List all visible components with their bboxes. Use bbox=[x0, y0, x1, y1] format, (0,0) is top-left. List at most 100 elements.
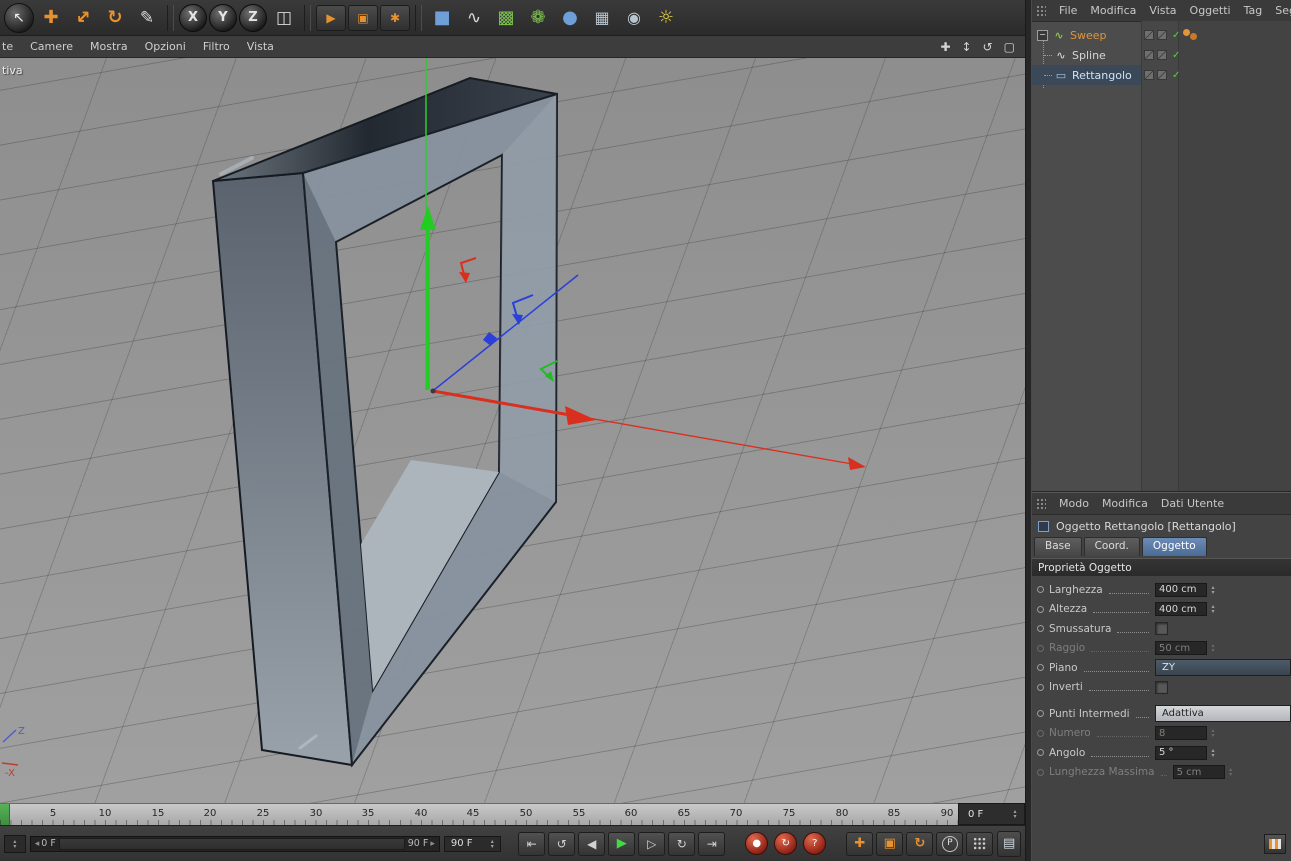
goto-next-key-button[interactable]: ↻ bbox=[668, 831, 696, 856]
viewport-menu-vista[interactable]: Vista bbox=[247, 40, 274, 53]
object-tag-icon[interactable] bbox=[1183, 29, 1199, 41]
panel-grip-icon[interactable] bbox=[1036, 497, 1046, 510]
current-frame-marker[interactable] bbox=[0, 804, 10, 825]
checkbox[interactable] bbox=[1155, 622, 1168, 636]
object-row-sweep[interactable]: − ∿ Sweep ✓ bbox=[1032, 25, 1291, 45]
value-field[interactable]: 400 cm bbox=[1155, 602, 1207, 617]
end-frame-stepper[interactable]: ▴ ▾ bbox=[487, 838, 497, 849]
om-menu-oggetti[interactable]: Oggetti bbox=[1190, 4, 1231, 17]
value-field[interactable]: 5 ° bbox=[1155, 745, 1207, 760]
collapse-expander-icon[interactable]: − bbox=[1037, 29, 1048, 41]
rotate-tool[interactable]: ↻ bbox=[100, 3, 130, 33]
object-row-rettangolo[interactable]: − ▭ Rettangolo ✓ bbox=[1032, 65, 1291, 85]
viewport-menu-filtro[interactable]: Filtro bbox=[203, 40, 230, 53]
add-light-button[interactable]: ☼ bbox=[651, 3, 681, 33]
frame-stepper[interactable]: ▴ ▾ bbox=[1010, 809, 1020, 820]
goto-end-button[interactable]: ⇥ bbox=[698, 831, 726, 856]
editor-visibility-toggle[interactable] bbox=[1144, 70, 1154, 80]
record-keyframe-button[interactable]: ● bbox=[745, 832, 769, 855]
rotate-view-button[interactable]: ↺ bbox=[983, 40, 993, 54]
am-menu-modifica[interactable]: Modifica bbox=[1102, 497, 1148, 510]
play-button[interactable]: ▶ bbox=[608, 831, 636, 856]
animation-dot-icon[interactable] bbox=[1037, 605, 1044, 613]
viewport-menu-mostra[interactable]: Mostra bbox=[90, 40, 128, 53]
object-name-cell[interactable]: − ▭ Rettangolo bbox=[1032, 65, 1141, 85]
tab-coord[interactable]: Coord. bbox=[1083, 537, 1140, 556]
lock-z-button[interactable]: Z bbox=[239, 3, 267, 32]
record-rotation-toggle[interactable]: ↻ bbox=[906, 831, 934, 856]
value-stepper[interactable]: ▴ ▾ bbox=[1226, 767, 1236, 778]
tab-oggetto[interactable]: Oggetto bbox=[1141, 537, 1207, 556]
editor-visibility-toggle[interactable] bbox=[1144, 50, 1154, 60]
lock-y-button[interactable]: Y bbox=[209, 3, 237, 32]
sweep-object[interactable] bbox=[211, 76, 559, 768]
value-stepper[interactable]: ▴ ▾ bbox=[1208, 643, 1218, 654]
range-right-grip-icon[interactable]: ▸ bbox=[428, 839, 437, 849]
goto-prev-frame-button[interactable]: ◀ bbox=[578, 831, 606, 856]
timeline-layout-button[interactable]: ▤ bbox=[997, 830, 1022, 857]
panel-grip-icon[interactable] bbox=[1036, 4, 1046, 17]
add-modifier-button[interactable]: ● bbox=[555, 3, 585, 33]
animation-dot-icon[interactable] bbox=[1037, 729, 1044, 737]
add-floor-button[interactable]: ▦ bbox=[587, 3, 617, 33]
timeline-scroll-stepper[interactable]: ▴ ▾ bbox=[4, 834, 26, 853]
animation-dot-icon[interactable] bbox=[1037, 644, 1044, 652]
range-bar[interactable] bbox=[58, 837, 405, 850]
render-picture-viewer-button[interactable]: ▣ bbox=[348, 4, 378, 31]
scale-tool[interactable]: ↕ bbox=[68, 3, 98, 33]
viewport-menu-item-cut[interactable]: te bbox=[2, 40, 13, 53]
value-field[interactable]: 5 cm bbox=[1172, 765, 1225, 780]
enabled-check-icon[interactable]: ✓ bbox=[1172, 70, 1180, 81]
add-primitive-button[interactable]: ■ bbox=[427, 3, 457, 33]
animation-dot-icon[interactable] bbox=[1037, 664, 1044, 672]
pan-view-button[interactable]: ✚ bbox=[940, 40, 950, 54]
om-menu-modifica[interactable]: Modifica bbox=[1090, 4, 1136, 17]
dock-icon[interactable] bbox=[1264, 834, 1286, 854]
om-menu-segnalibri[interactable]: Seg bbox=[1275, 4, 1291, 17]
zoom-view-button[interactable]: ↕ bbox=[962, 40, 972, 54]
record-scale-toggle[interactable]: ▣ bbox=[876, 831, 904, 856]
coordinate-system-button[interactable]: ◫ bbox=[269, 3, 299, 33]
enabled-check-icon[interactable]: ✓ bbox=[1172, 50, 1180, 61]
dropdown[interactable]: Adattiva bbox=[1155, 705, 1291, 723]
value-field[interactable]: 400 cm bbox=[1155, 582, 1207, 597]
animation-dot-icon[interactable] bbox=[1037, 586, 1044, 594]
object-name-cell[interactable]: − ∿ Sweep bbox=[1032, 25, 1141, 45]
render-visibility-toggle[interactable] bbox=[1157, 70, 1167, 80]
render-view-button[interactable]: ▶ bbox=[316, 4, 346, 31]
enabled-check-icon[interactable]: ✓ bbox=[1172, 30, 1180, 41]
panel-splitter[interactable] bbox=[1025, 0, 1032, 861]
current-frame-field[interactable]: 0 F ▴ ▾ bbox=[958, 803, 1025, 825]
active-tool-sketch[interactable]: ✎ bbox=[132, 3, 162, 33]
value-stepper[interactable]: ▴ ▾ bbox=[1208, 604, 1218, 615]
animation-dot-icon[interactable] bbox=[1037, 749, 1044, 757]
preview-range-slider[interactable]: ◂ 0 F 90 F ▸ bbox=[29, 835, 440, 852]
checkbox[interactable] bbox=[1155, 680, 1168, 694]
render-visibility-toggle[interactable] bbox=[1157, 30, 1167, 40]
goto-next-frame-button[interactable]: ▷ bbox=[638, 831, 666, 856]
add-generator-button[interactable]: ▩ bbox=[491, 3, 521, 33]
object-row-spline[interactable]: − ∿ Spline ✓ bbox=[1032, 45, 1291, 65]
animation-dot-icon[interactable] bbox=[1037, 683, 1044, 691]
animation-dot-icon[interactable] bbox=[1037, 768, 1044, 776]
end-frame-field[interactable]: 90 F ▴ ▾ bbox=[443, 835, 502, 852]
animation-dot-icon[interactable] bbox=[1037, 625, 1044, 633]
value-stepper[interactable]: ▴ ▾ bbox=[1208, 728, 1218, 739]
tab-base[interactable]: Base bbox=[1034, 537, 1082, 556]
render-settings-button[interactable]: ✱ bbox=[380, 4, 410, 31]
animation-dot-icon[interactable] bbox=[1037, 710, 1044, 718]
om-menu-file[interactable]: File bbox=[1059, 4, 1077, 17]
range-left-grip-icon[interactable]: ◂ bbox=[33, 839, 42, 849]
am-menu-modo[interactable]: Modo bbox=[1059, 497, 1089, 510]
om-menu-tag[interactable]: Tag bbox=[1244, 4, 1263, 17]
goto-start-button[interactable]: ⇤ bbox=[518, 831, 546, 856]
record-options-button[interactable]: ? bbox=[803, 832, 827, 855]
viewport-menu-opzioni[interactable]: Opzioni bbox=[145, 40, 186, 53]
autokeying-button[interactable]: ↻ bbox=[774, 832, 798, 855]
value-field[interactable]: 50 cm bbox=[1155, 641, 1207, 656]
object-name-cell[interactable]: − ∿ Spline bbox=[1032, 45, 1141, 65]
render-visibility-toggle[interactable] bbox=[1157, 50, 1167, 60]
viewport-canvas[interactable]: Z -X tiva bbox=[0, 58, 1025, 803]
maximize-view-button[interactable]: ▢ bbox=[1004, 40, 1015, 54]
move-tool[interactable]: ✚ bbox=[36, 3, 66, 33]
